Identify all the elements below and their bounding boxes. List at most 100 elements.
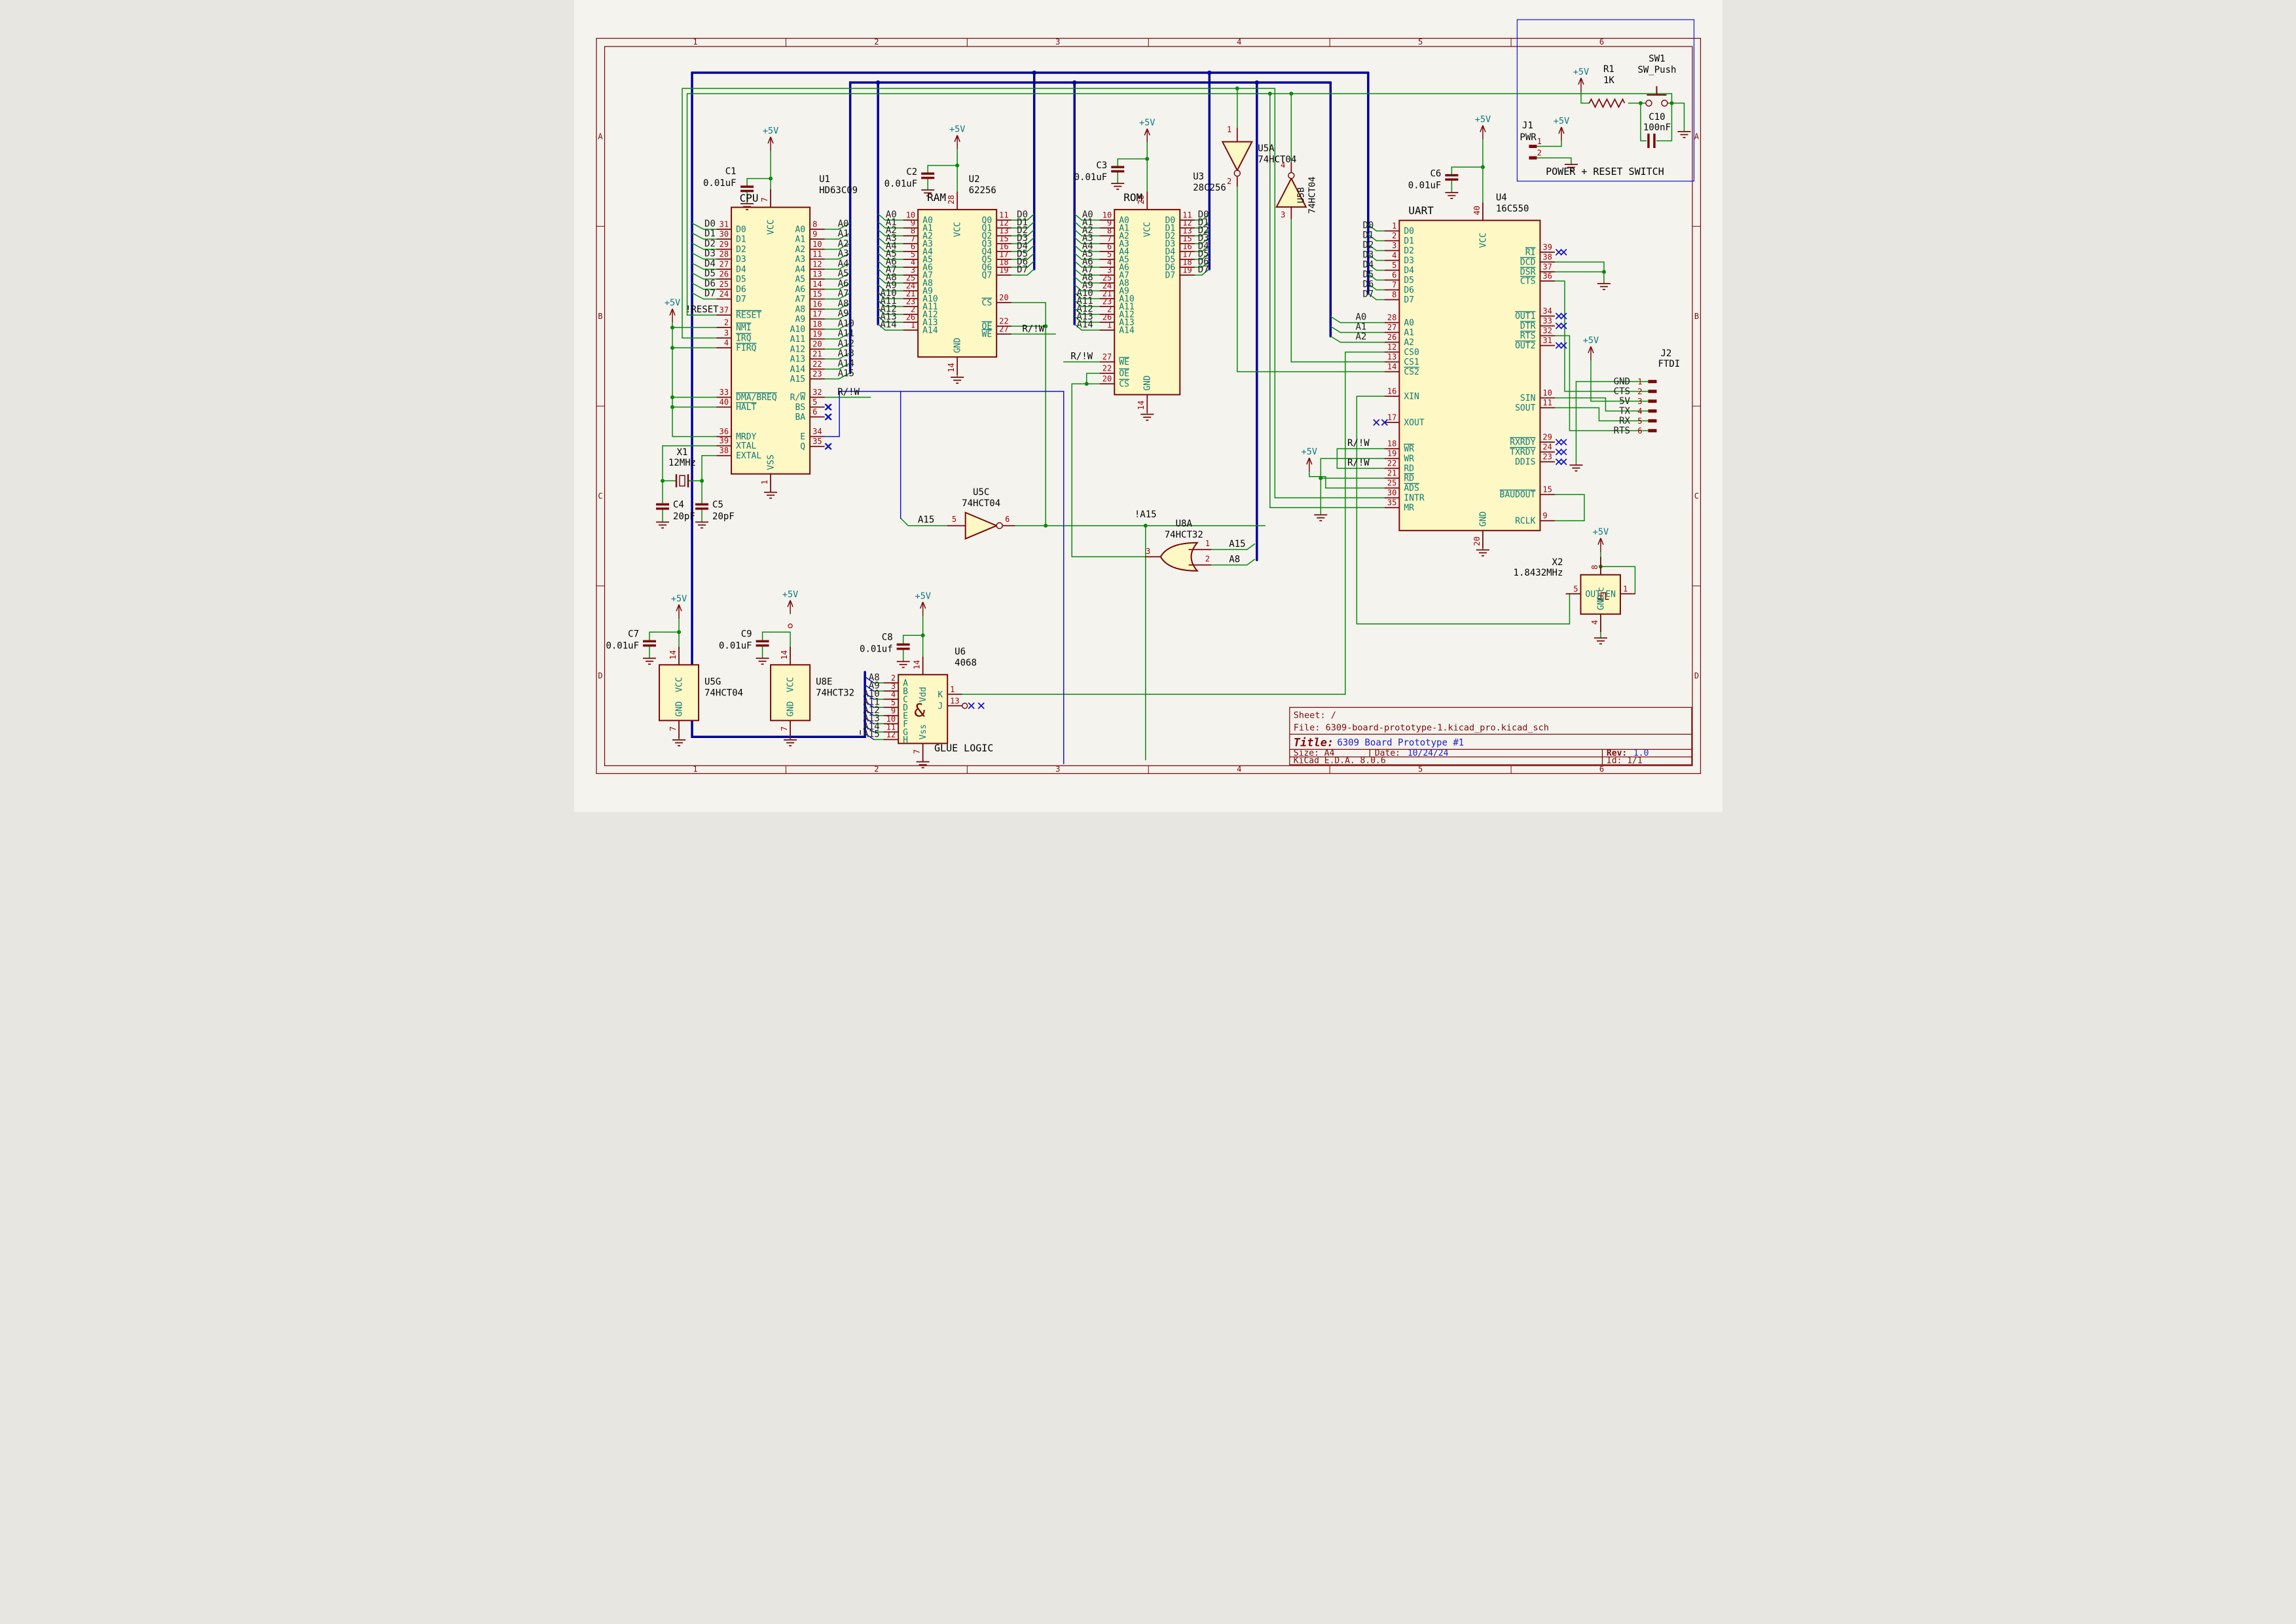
label: MR (1404, 504, 1414, 513)
connector-pad[interactable] (1648, 429, 1656, 432)
label: A7 (795, 295, 805, 304)
label: D5 (1404, 276, 1414, 286)
label: U5C (973, 487, 989, 498)
label: OUT2 (1515, 341, 1535, 351)
label: A14 (1076, 320, 1093, 330)
label: GND (1613, 377, 1630, 387)
label: FTDI (1658, 359, 1680, 369)
label: 21 (1387, 469, 1396, 478)
label: A0 (1404, 318, 1414, 328)
label: A2 (1404, 338, 1414, 348)
label: 21 (812, 350, 822, 359)
label: 12 (1387, 342, 1396, 352)
label: 0.01uF (606, 640, 639, 651)
label: 20 (1102, 375, 1111, 384)
component-U1[interactable]: 31D030D129D228D327D426D525D624D737RESET2… (716, 189, 831, 492)
label: 1 (1227, 125, 1231, 134)
label: A12 (790, 345, 805, 355)
junction-dot (920, 633, 924, 637)
label: 22 (1387, 459, 1396, 468)
label: 18 (1387, 439, 1396, 449)
label: A2 (795, 245, 805, 255)
label: 36 (719, 427, 728, 436)
connector-pad[interactable] (1529, 145, 1537, 148)
label: D2 (1362, 240, 1374, 251)
junction-dot (661, 479, 665, 483)
label: 1 (1392, 221, 1396, 231)
label: D7 (1197, 265, 1209, 275)
label: 25 (1387, 479, 1396, 488)
label: RI (1525, 248, 1535, 258)
label: A15 (790, 375, 805, 384)
label: Q (800, 442, 805, 452)
label: DCD (1520, 258, 1535, 268)
label: 2 (1227, 177, 1231, 186)
label: 19 (1387, 449, 1396, 458)
label: 74HCT04 (962, 498, 1000, 509)
label: 9 (812, 230, 817, 239)
label: D6 (1404, 286, 1414, 295)
label: 5 (1417, 764, 1422, 773)
label: 74HCT32 (816, 688, 854, 698)
schematic-sheet: 112233445566AABBCCDDD0D1D2D3D4D5D6D7A0A1… (574, 0, 1722, 812)
connector-pad[interactable] (1648, 419, 1656, 422)
label: 39 (719, 436, 728, 445)
+5v-label: +5V (782, 589, 797, 600)
label: D5 (736, 275, 746, 285)
label: CS0 (1404, 348, 1419, 358)
label: 1 (910, 321, 915, 330)
label: 62256 (968, 185, 996, 196)
label: CS1 (1404, 358, 1419, 367)
label: 2 (723, 318, 728, 327)
label: 2 (874, 764, 879, 773)
component-U4[interactable]: 1D02D13D24D35D46D57D68D728A027A126A212CS… (1381, 202, 1561, 549)
ic-body[interactable] (1399, 221, 1540, 531)
connector-pad[interactable] (1529, 157, 1537, 160)
label: 5 (1392, 261, 1396, 270)
label: MRDY (736, 432, 756, 442)
label: A8 (837, 299, 848, 309)
label: 3 (1281, 210, 1285, 219)
label: 7 (1392, 280, 1396, 289)
label: 30 (719, 230, 728, 239)
label: A11 (837, 329, 854, 339)
label: 4 (723, 339, 728, 348)
label: A1 (837, 229, 848, 239)
label: D1 (1362, 231, 1374, 241)
label: E (800, 432, 805, 442)
label: 22 (1102, 364, 1111, 373)
label: SW1 (1649, 54, 1665, 64)
label: 7 (780, 726, 789, 731)
label: HD63C09 (819, 185, 858, 196)
label: Q7 (981, 271, 992, 281)
label: A11 (790, 335, 805, 344)
label: 15 (812, 289, 822, 299)
label: 1 (1637, 377, 1642, 386)
connector-pad[interactable] (1648, 390, 1656, 393)
label: DSR (1520, 268, 1535, 278)
label: A3 (795, 255, 805, 265)
label: GND (786, 701, 795, 717)
label: 74HCT04 (1258, 155, 1296, 165)
label: VSS (766, 454, 776, 470)
+5v-label: +5V (762, 126, 778, 136)
label: 28 (947, 195, 956, 204)
label: 4 (1590, 620, 1599, 625)
connector-pad[interactable] (1648, 399, 1656, 403)
label: CPU (739, 192, 758, 204)
label: 31 (719, 220, 728, 229)
component-U2[interactable]: 10A09A18A27A36A45A54A63A725A824A921A1023… (903, 192, 1011, 375)
label: UART (1408, 204, 1434, 217)
label: A9 (837, 308, 848, 319)
connector-pad[interactable] (1648, 409, 1656, 413)
label: 33 (719, 388, 728, 397)
label: D (1694, 671, 1698, 680)
connector-pad[interactable] (1648, 380, 1656, 383)
label: 29 (719, 240, 728, 249)
label: D4 (736, 265, 746, 275)
label: IRQ (736, 334, 752, 344)
label: 11 (812, 249, 822, 259)
component-U3[interactable]: 10A09A18A27A36A45A54A63A725A824A921A1023… (1099, 192, 1194, 413)
junction-dot (677, 630, 681, 634)
label: 1K (1603, 75, 1614, 86)
